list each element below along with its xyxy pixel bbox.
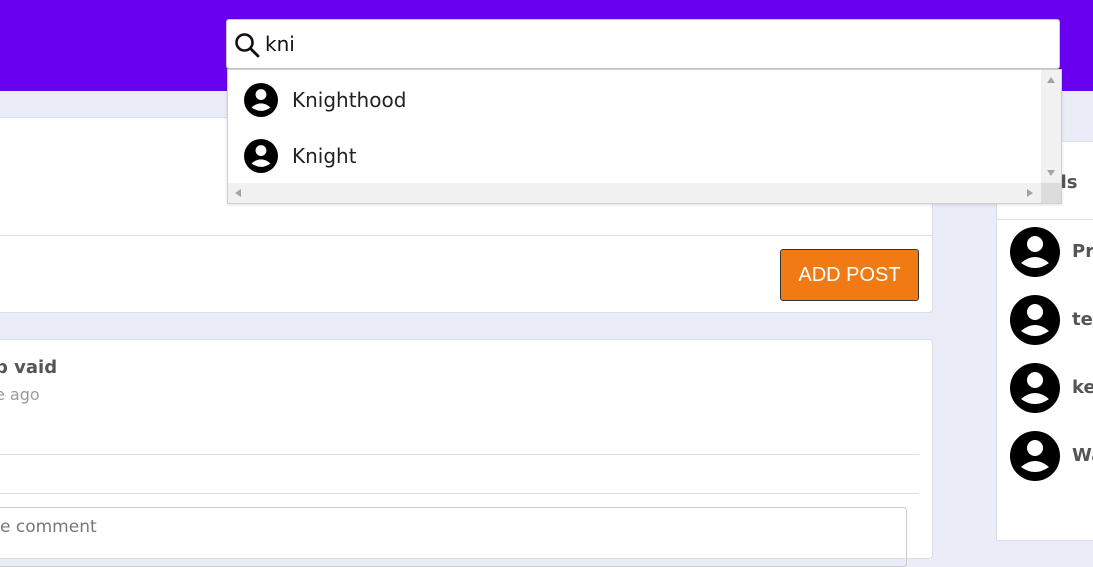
friend-name: Wa <box>1072 445 1093 466</box>
user-avatar-icon <box>244 139 278 173</box>
composer-divider <box>0 235 932 236</box>
search-input[interactable] <box>265 29 1035 59</box>
user-avatar-icon <box>1010 227 1060 277</box>
scroll-down-icon[interactable] <box>1047 170 1055 176</box>
comment-input[interactable]: e comment <box>0 507 907 567</box>
scroll-right-icon[interactable] <box>1027 189 1033 197</box>
add-post-button[interactable]: ADD POST <box>780 249 919 301</box>
friend-item[interactable]: ke <box>1010 363 1093 415</box>
user-avatar-icon <box>1010 363 1060 413</box>
post-timestamp: e ago <box>0 385 40 404</box>
scroll-up-icon[interactable] <box>1047 77 1055 83</box>
vertical-scrollbar[interactable] <box>1041 70 1061 184</box>
friend-item[interactable]: Wa <box>1010 431 1093 483</box>
post-divider <box>0 454 919 455</box>
search-bar[interactable] <box>226 19 1060 69</box>
comment-placeholder: e comment <box>0 517 97 537</box>
friend-item[interactable]: tes <box>1010 295 1093 347</box>
horizontal-scrollbar[interactable] <box>228 183 1041 203</box>
friend-name: Pr <box>1072 241 1093 262</box>
suggestion-label: Knighthood <box>292 88 407 112</box>
user-avatar-icon <box>1010 431 1060 481</box>
scrollbar-corner <box>1041 183 1061 203</box>
suggestion-label: Knight <box>292 144 357 168</box>
post-card: p vaid e ago e comment <box>0 339 933 567</box>
user-avatar-icon <box>244 83 278 117</box>
search-icon <box>235 33 260 58</box>
post-divider <box>0 493 919 494</box>
suggestion-item[interactable]: Knighthood <box>244 80 1004 120</box>
scroll-left-icon[interactable] <box>235 189 241 197</box>
user-avatar-icon <box>1010 295 1060 345</box>
post-author[interactable]: p vaid <box>0 357 57 378</box>
suggestion-item[interactable]: Knight <box>244 136 1004 176</box>
friend-name: tes <box>1072 309 1093 330</box>
friend-item[interactable]: Pr <box>1010 227 1093 279</box>
friends-divider <box>997 219 1093 220</box>
friend-name: ke <box>1072 377 1093 398</box>
search-suggestions-dropdown: Knighthood Knight <box>227 69 1062 204</box>
